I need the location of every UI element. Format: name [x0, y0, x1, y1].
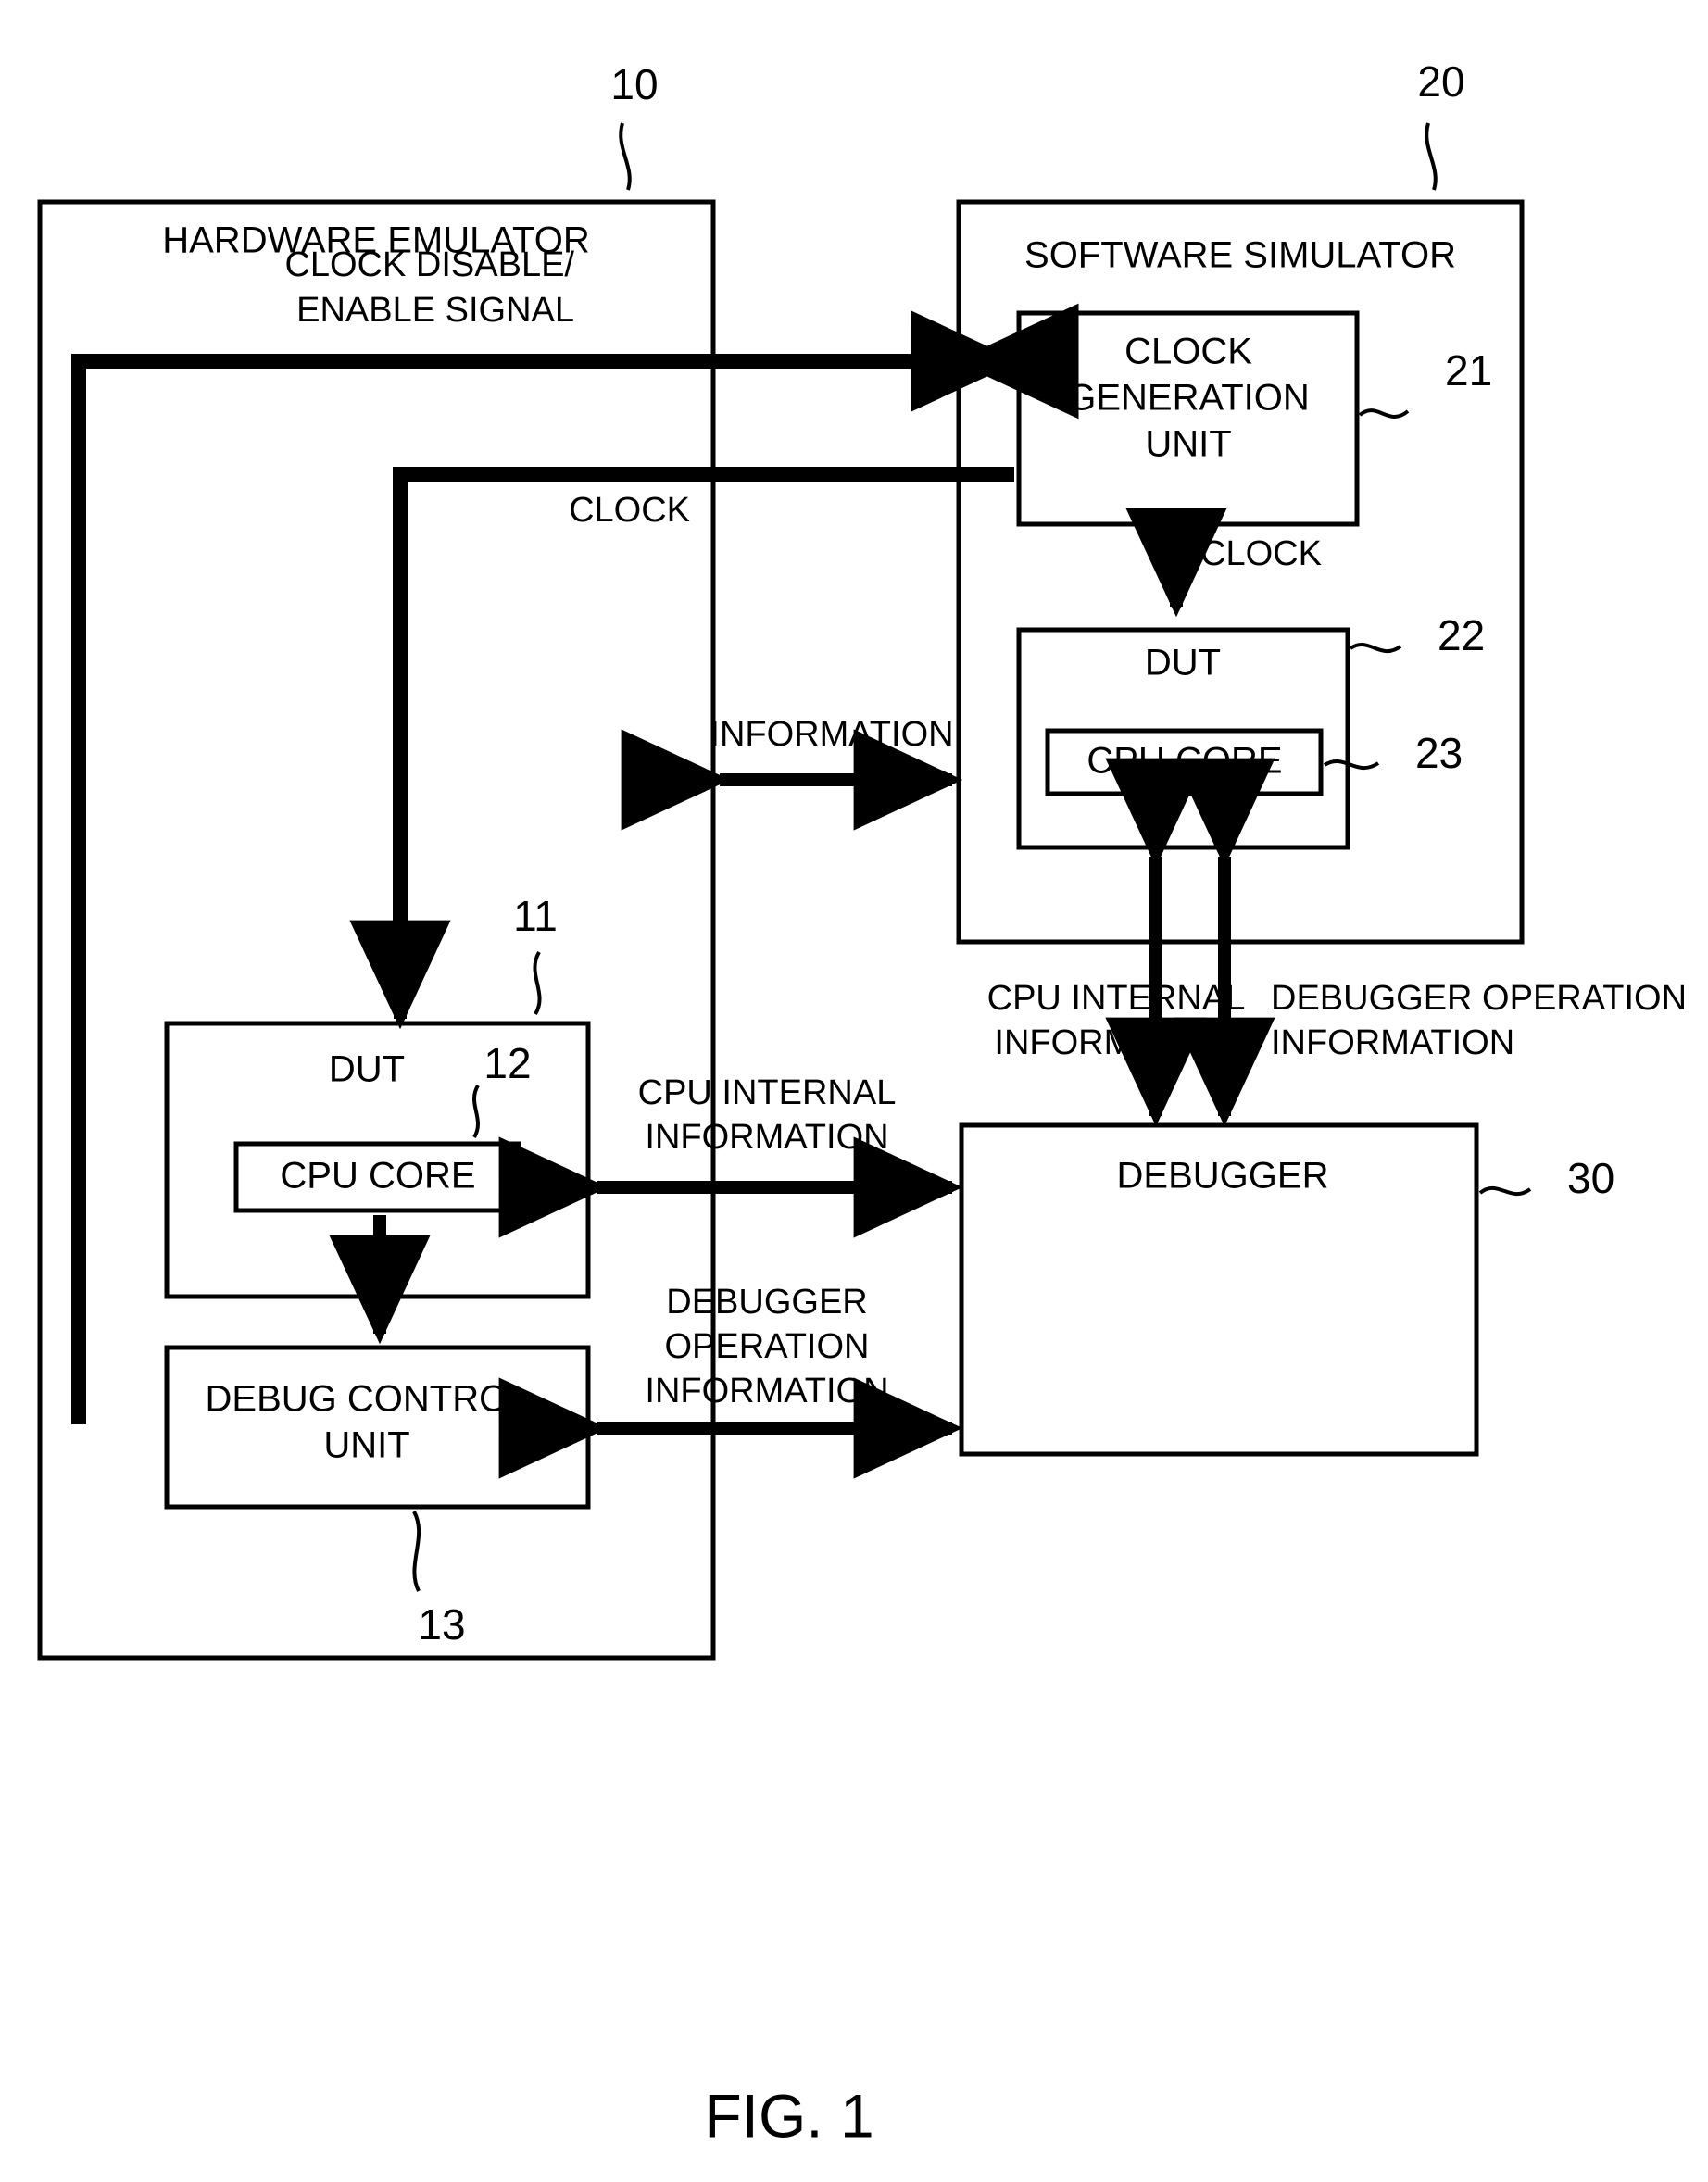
clock-generation-unit-title-line1: CLOCK — [1124, 332, 1252, 372]
ref-number-13: 13 — [418, 1600, 465, 1649]
sim-cpu-core-title: CPU CORE — [1086, 741, 1282, 782]
hw-cpu-core-title: CPU CORE — [280, 1156, 475, 1197]
clock-disable-enable-label-line1: CLOCK DISABLE/ — [284, 245, 574, 284]
sim-cpu-internal-information-label-line1: CPU INTERNAL — [987, 979, 1246, 1018]
software-simulator-title: SOFTWARE SIMULATOR — [1024, 235, 1456, 276]
debug-control-unit-title-line2: UNIT — [323, 1425, 409, 1466]
ref-number-21: 21 — [1445, 346, 1492, 395]
sim-debugger-operation-information-label-line2: INFORMATION — [1271, 1023, 1514, 1062]
ref-number-10: 10 — [610, 60, 658, 108]
clock-to-sim-dut-label: CLOCK — [1200, 534, 1322, 573]
ref-number-11: 11 — [513, 892, 558, 940]
hw-debugger-operation-information-label-line1: DEBUGGER — [666, 1283, 867, 1322]
ref-number-20: 20 — [1417, 57, 1464, 106]
hw-debugger-operation-information-label-line3: INFORMATION — [645, 1372, 888, 1411]
hw-dut-title: DUT — [329, 1049, 405, 1090]
ref-number-22: 22 — [1438, 611, 1485, 659]
figure-caption: FIG. 1 — [704, 2081, 873, 2150]
hw-debugger-operation-information-label-line2: OPERATION — [665, 1327, 870, 1366]
ref-number-12: 12 — [484, 1039, 531, 1087]
sim-debugger-operation-information-label-line1: DEBUGGER OPERATION — [1271, 979, 1687, 1018]
hw-cpu-internal-information-label-line2: INFORMATION — [645, 1118, 888, 1157]
information-label: INFORMATION — [710, 715, 953, 754]
sim-dut-title: DUT — [1145, 643, 1221, 683]
clock-generation-unit-title-line3: UNIT — [1145, 424, 1231, 465]
clock-to-emulator-label: CLOCK — [569, 491, 690, 530]
clock-disable-enable-label-line2: ENABLE SIGNAL — [296, 291, 574, 330]
clock-generation-unit-title-line2: GENERATION — [1067, 378, 1310, 419]
patent-figure: HARDWARE EMULATOR SOFTWARE SIMULATOR 10 … — [0, 0, 1708, 2182]
hw-cpu-internal-information-label-line1: CPU INTERNAL — [638, 1073, 897, 1112]
sim-cpu-internal-information-label-line2: INFORMATION — [994, 1023, 1237, 1062]
diagram-canvas: HARDWARE EMULATOR SOFTWARE SIMULATOR 10 … — [0, 0, 1708, 2182]
debugger-title: DEBUGGER — [1117, 1156, 1329, 1197]
ref-number-30: 30 — [1567, 1154, 1614, 1202]
ref-number-23: 23 — [1415, 729, 1463, 777]
debug-control-unit-title-line1: DEBUG CONTROL — [206, 1379, 529, 1420]
